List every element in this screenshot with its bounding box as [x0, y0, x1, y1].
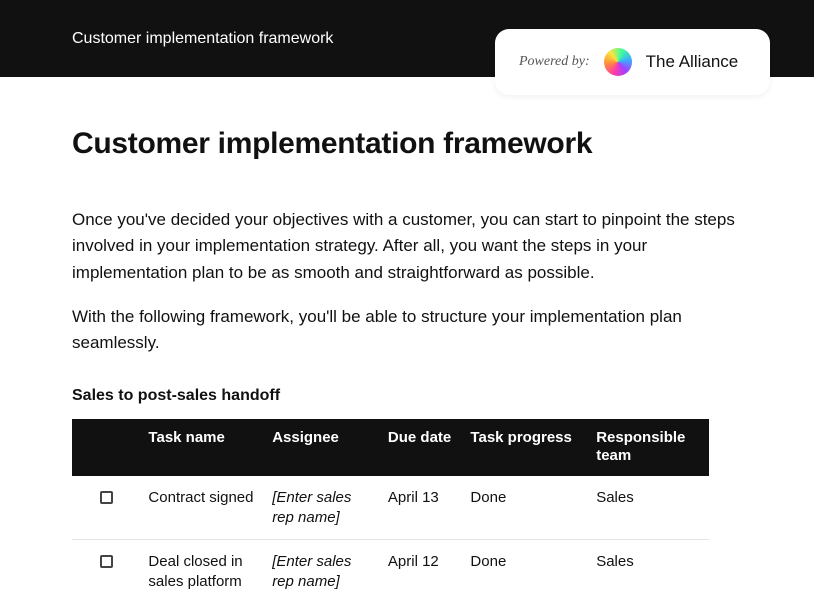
- cell-assignee: [Enter sales rep name]: [264, 476, 380, 540]
- powered-by-card: Powered by: The Alliance: [495, 29, 770, 95]
- document-content: Customer implementation framework Once y…: [0, 77, 814, 603]
- col-header-checkbox: [72, 419, 140, 477]
- alliance-brand-name: The Alliance: [646, 52, 739, 72]
- handoff-table: Task name Assignee Due date Task progres…: [72, 419, 709, 603]
- cell-task: Deal closed in sales platform: [140, 540, 264, 603]
- powered-by-label: Powered by:: [519, 54, 590, 70]
- cell-due: April 12: [380, 540, 463, 603]
- table-row: Deal closed in sales platform [Enter sal…: [72, 540, 709, 603]
- cell-progress: Done: [462, 476, 588, 540]
- intro-paragraph-2: With the following framework, you'll be …: [72, 304, 742, 357]
- table-row: Contract signed [Enter sales rep name] A…: [72, 476, 709, 540]
- cell-team: Sales: [588, 540, 709, 603]
- checkbox-icon[interactable]: [100, 491, 113, 504]
- intro-section: Once you've decided your objectives with…: [72, 207, 742, 357]
- cell-assignee: [Enter sales rep name]: [264, 540, 380, 603]
- table-header-row: Task name Assignee Due date Task progres…: [72, 419, 709, 477]
- page-title: Customer implementation framework: [72, 127, 742, 161]
- section-heading: Sales to post-sales handoff: [72, 387, 742, 405]
- col-header-due: Due date: [380, 419, 463, 477]
- col-header-task: Task name: [140, 419, 264, 477]
- checkbox-cell[interactable]: [72, 540, 140, 603]
- topbar: Customer implementation framework Powere…: [0, 0, 814, 77]
- cell-task: Contract signed: [140, 476, 264, 540]
- topbar-title: Customer implementation framework: [72, 30, 333, 48]
- checkbox-icon[interactable]: [100, 555, 113, 568]
- col-header-assignee: Assignee: [264, 419, 380, 477]
- intro-paragraph-1: Once you've decided your objectives with…: [72, 207, 742, 286]
- cell-progress: Done: [462, 540, 588, 603]
- cell-due: April 13: [380, 476, 463, 540]
- col-header-progress: Task progress: [462, 419, 588, 477]
- col-header-team: Responsible team: [588, 419, 709, 477]
- alliance-logo-icon: [604, 48, 632, 76]
- cell-team: Sales: [588, 476, 709, 540]
- checkbox-cell[interactable]: [72, 476, 140, 540]
